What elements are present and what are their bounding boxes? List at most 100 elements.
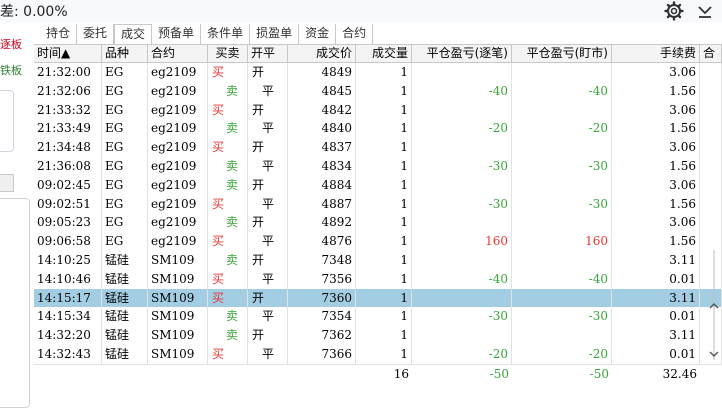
cell-qty: 1 bbox=[356, 326, 412, 345]
cell-contract: SM109 bbox=[148, 307, 208, 327]
cell-contract: eg2109 bbox=[148, 63, 208, 82]
col-qty[interactable]: 成交量 bbox=[356, 45, 412, 63]
table-row[interactable]: 09:05:23 EG eg2109 卖开 4892 1 3.06 bbox=[34, 213, 722, 233]
cell-price: 4887 bbox=[288, 194, 356, 214]
cell-time: 21:32:00 bbox=[34, 63, 102, 82]
table-row[interactable]: 14:32:20 锰硅 SM109 卖开 7362 1 3.11 bbox=[34, 326, 722, 345]
cell-more bbox=[700, 100, 722, 120]
table-row[interactable]: 09:02:51 EG eg2109 买平 4887 1 -30 -30 1.56 bbox=[34, 194, 722, 214]
cell-pnl-trade bbox=[412, 213, 512, 233]
summary-qty: 16 bbox=[393, 367, 409, 381]
cell-time: 21:33:49 bbox=[34, 119, 102, 139]
cell-oc: 开 bbox=[248, 250, 288, 270]
table-row[interactable]: 14:32:43 锰硅 SM109 买平 7366 1 -20 -20 0.01 bbox=[34, 344, 722, 364]
cell-more bbox=[700, 194, 722, 214]
table-row[interactable]: 21:32:00 EG eg2109 买开 4849 1 3.06 bbox=[34, 63, 722, 82]
cell-time: 09:06:58 bbox=[34, 232, 102, 251]
col-fee[interactable]: 手续费 bbox=[612, 45, 700, 63]
cell-fee: 3.06 bbox=[612, 138, 700, 157]
col-open-close[interactable]: 开平 bbox=[248, 45, 288, 63]
cell-variety: EG bbox=[102, 100, 148, 120]
col-more[interactable]: 合 bbox=[700, 45, 722, 63]
cell-more bbox=[700, 63, 722, 82]
table-row[interactable]: 09:02:45 EG eg2109 卖开 4884 1 3.06 bbox=[34, 175, 722, 195]
cell-pnl-mkt bbox=[512, 100, 612, 120]
table-row[interactable]: 21:32:06 EG eg2109 卖平 4845 1 -40 -40 1.56 bbox=[34, 81, 722, 101]
col-side[interactable]: 买卖 bbox=[208, 45, 248, 63]
table-row[interactable]: 21:33:49 EG eg2109 卖平 4840 1 -20 -20 1.56 bbox=[34, 119, 722, 139]
cell-price: 4876 bbox=[288, 232, 356, 251]
cell-pnl-trade: -20 bbox=[412, 119, 512, 139]
iron-board-button[interactable]: 铁板 bbox=[0, 62, 22, 78]
cell-fee: 3.06 bbox=[612, 63, 700, 82]
col-time[interactable]: 时间▲ bbox=[34, 45, 102, 63]
gear-icon[interactable] bbox=[664, 1, 684, 21]
table-row[interactable]: 14:15:17 锰硅 SM109 买开 7360 1 3.11 bbox=[34, 288, 722, 308]
cell-fee: 3.11 bbox=[612, 326, 700, 345]
tab-positions[interactable]: 持仓 bbox=[40, 24, 78, 44]
col-price[interactable]: 成交价 bbox=[288, 45, 356, 63]
cell-price: 7356 bbox=[288, 269, 356, 289]
cell-fee: 3.06 bbox=[612, 213, 700, 233]
cell-oc: 平 bbox=[248, 307, 288, 327]
cell-variety: 锰硅 bbox=[102, 250, 148, 270]
table-row[interactable]: 14:10:25 锰硅 SM109 卖开 7348 1 3.11 bbox=[34, 250, 722, 270]
cell-contract: eg2109 bbox=[148, 213, 208, 233]
tab-trades[interactable]: 成交 bbox=[114, 24, 153, 44]
cell-pnl-mkt bbox=[512, 250, 612, 270]
cell-side: 卖 bbox=[208, 250, 248, 270]
cell-price: 4840 bbox=[288, 119, 356, 139]
cell-fee: 1.56 bbox=[612, 119, 700, 139]
tab-stop-orders[interactable]: 损盈单 bbox=[250, 24, 300, 44]
summary-pnl-mkt: -50 bbox=[589, 367, 609, 381]
tab-conditional-orders[interactable]: 条件单 bbox=[201, 24, 251, 44]
cell-variety: EG bbox=[102, 63, 148, 82]
cell-qty: 1 bbox=[356, 175, 412, 195]
tab-contracts[interactable]: 合约 bbox=[336, 24, 374, 44]
cell-time: 14:10:46 bbox=[34, 269, 102, 289]
cell-fee: 3.11 bbox=[612, 250, 700, 270]
cell-oc: 开 bbox=[248, 138, 288, 157]
col-contract[interactable]: 合约 bbox=[148, 45, 208, 63]
col-pnl-mkt[interactable]: 平仓盈亏(盯市) bbox=[512, 45, 612, 63]
cell-price: 7348 bbox=[288, 250, 356, 270]
cell-pnl-mkt bbox=[512, 175, 612, 195]
table-row[interactable]: 21:33:32 EG eg2109 买开 4842 1 3.06 bbox=[34, 100, 722, 120]
quantity-box[interactable] bbox=[0, 90, 14, 152]
scrollbar[interactable] bbox=[704, 250, 722, 360]
cell-contract: SM109 bbox=[148, 250, 208, 270]
small-button[interactable] bbox=[0, 174, 14, 192]
cell-qty: 1 bbox=[356, 81, 412, 101]
table-row[interactable]: 14:10:46 锰硅 SM109 买平 7356 1 -40 -40 0.01 bbox=[34, 269, 722, 289]
table-row[interactable]: 21:36:08 EG eg2109 卖平 4834 1 -30 -30 1.56 bbox=[34, 156, 722, 176]
cell-pnl-trade: -30 bbox=[412, 194, 512, 214]
tab-funds[interactable]: 资金 bbox=[299, 24, 337, 44]
cell-fee: 3.11 bbox=[612, 288, 700, 308]
cell-contract: eg2109 bbox=[148, 232, 208, 251]
cell-pnl-trade: -40 bbox=[412, 269, 512, 289]
cell-time: 09:02:45 bbox=[34, 175, 102, 195]
cell-pnl-mkt: -20 bbox=[512, 344, 612, 364]
table-row[interactable]: 09:06:58 EG eg2109 买平 4876 1 160 160 1.56 bbox=[34, 232, 722, 251]
chase-board-button[interactable]: 逐板 bbox=[0, 36, 22, 52]
cell-pnl-trade: -40 bbox=[412, 81, 512, 101]
cell-time: 14:32:43 bbox=[34, 344, 102, 364]
cell-variety: 锰硅 bbox=[102, 326, 148, 345]
cell-side: 卖 bbox=[208, 307, 248, 327]
table-row[interactable]: 14:15:34 锰硅 SM109 卖平 7354 1 -30 -30 0.01 bbox=[34, 307, 722, 327]
cell-pnl-mkt: -20 bbox=[512, 119, 612, 139]
cell-variety: EG bbox=[102, 81, 148, 101]
cell-side: 买 bbox=[208, 344, 248, 364]
cell-oc: 平 bbox=[248, 81, 288, 101]
col-pnl-trade[interactable]: 平仓盈亏(逐笔) bbox=[412, 45, 512, 63]
cell-qty: 1 bbox=[356, 307, 412, 327]
tab-prepared-orders[interactable]: 预备单 bbox=[152, 24, 202, 44]
chevron-down-icon[interactable] bbox=[696, 2, 714, 20]
col-variety[interactable]: 品种 bbox=[102, 45, 148, 63]
cell-time: 09:05:23 bbox=[34, 213, 102, 233]
cell-side: 买 bbox=[208, 269, 248, 289]
table-row[interactable]: 21:34:48 EG eg2109 买开 4837 1 3.06 bbox=[34, 138, 722, 157]
cell-oc: 开 bbox=[248, 100, 288, 120]
cell-contract: SM109 bbox=[148, 344, 208, 364]
tab-orders[interactable]: 委托 bbox=[77, 24, 115, 44]
